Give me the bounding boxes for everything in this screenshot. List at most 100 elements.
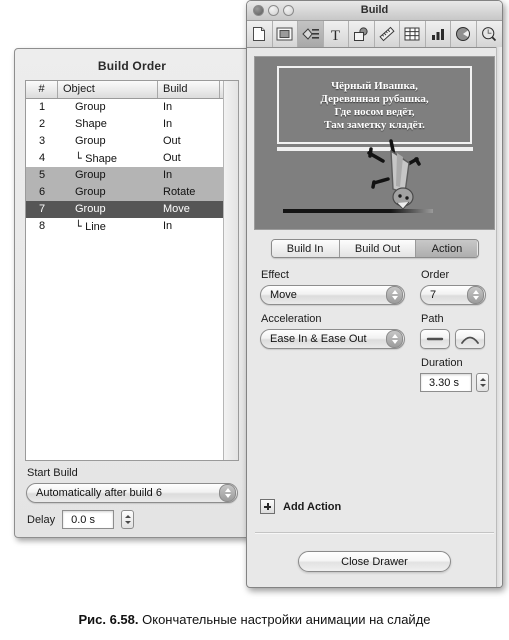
slide-text-line-3: Где носом ведёт, [334,105,415,118]
table-icon[interactable] [400,21,426,47]
row-number: 8 [38,220,46,232]
row-number: 7 [38,203,46,215]
row-build: Move [163,203,190,215]
build-order-title: Build Order [97,59,167,73]
table-scrollbar[interactable] [223,81,238,460]
path-curved-icon[interactable] [455,329,485,349]
duration-row: 3.30 s [420,373,489,392]
column-header-build[interactable]: Build [158,81,220,98]
duration-label: Duration [421,357,463,369]
table-row[interactable]: 4 └ Shape Out [26,150,238,167]
delay-input[interactable]: 0.0 s [62,510,115,529]
row-object: └ Shape [75,152,117,165]
search-icon[interactable] [477,21,502,47]
tree-elbow-icon: └ [75,152,86,165]
svg-text:T: T [331,28,340,42]
drawer-edge-strip [496,47,502,587]
slide-text-line-1: Чёрный Ивашка, [331,79,418,92]
delay-label: Delay [27,513,56,526]
duration-input[interactable]: 3.30 s [420,373,472,392]
plus-icon [260,499,275,514]
table-row[interactable]: 2 Shape In [26,116,238,133]
chart-icon[interactable] [426,21,452,47]
pencil-illustration [367,139,421,210]
table-row[interactable]: 1 Group In [26,99,238,116]
order-value: 7 [430,289,437,301]
path-option-group[interactable] [420,329,485,349]
row-object: Group [75,169,106,181]
acceleration-label: Acceleration [261,313,322,325]
build-tabs[interactable]: Build In Build Out Action [270,239,479,258]
window-titlebar[interactable]: Build [247,1,502,21]
chevron-updown-icon [386,330,403,348]
table-row[interactable]: 6 Group Rotate [26,184,238,201]
delay-stepper[interactable] [121,510,135,529]
slide-text-line-4: Там заметку кладёт. [324,118,425,131]
row-build: Rotate [163,186,196,198]
delay-row: Delay 0.0 s [27,510,135,529]
row-object: Shape [75,118,107,130]
order-select[interactable]: 7 [420,285,486,305]
tree-elbow-icon: └ [75,220,86,233]
build-order-table[interactable]: # Object Build 1 Group In 2 Shape In 3 Group Out… [25,80,239,461]
action-inspector: Effect Move Order 7 Acceleration Ease In… [247,269,502,505]
row-build: Out [163,152,181,164]
measure-icon[interactable] [375,21,401,47]
row-build: Out [163,135,181,147]
zoom-button[interactable] [283,5,294,16]
minimize-button[interactable] [268,5,279,16]
figure-number: Рис. 6.58. [78,612,139,627]
duration-stepper[interactable] [476,373,489,392]
chevron-updown-icon [219,484,236,502]
table-header-row: # Object Build [26,81,238,99]
shapes-icon[interactable] [349,21,375,47]
row-object: Group [75,203,106,215]
media-frame-icon[interactable] [273,21,299,47]
start-build-select[interactable]: Automatically after build 6 [26,483,238,503]
slide-ground-line [283,209,433,213]
chevron-updown-icon [467,286,484,304]
table-row[interactable]: 7 Group Move [26,201,238,218]
figure-caption-text: Окончательные настройки анимации на слай… [142,612,431,627]
start-build-value: Automatically after build 6 [36,487,162,499]
row-build: In [163,169,173,181]
colors-icon[interactable] [451,21,477,47]
row-object: Group [75,135,106,147]
row-build: In [163,118,173,130]
tab-build-in[interactable]: Build In [271,240,340,257]
chevron-updown-icon [386,286,403,304]
column-header-object[interactable]: Object [58,81,158,98]
tab-build-out[interactable]: Build Out [339,240,417,257]
close-button[interactable] [253,5,264,16]
row-build: In [163,101,173,113]
slide-preview[interactable]: Чёрный Ивашка, Деревянная рубашка, Где н… [254,56,495,230]
row-number: 3 [38,135,46,147]
acceleration-select[interactable]: Ease In & Ease Out [260,329,405,349]
new-document-icon[interactable] [247,21,273,47]
effect-select[interactable]: Move [260,285,405,305]
table-row[interactable]: 8 └ Line In [26,218,238,235]
build-window: Build T Чёрный Ивашка, Деревянная рубашк… [246,0,503,588]
add-action-label: Add Action [283,500,342,513]
row-number: 5 [38,169,46,181]
toolbar[interactable]: T [247,21,502,48]
inspector-icon[interactable] [298,21,324,47]
row-object: └ Line [75,220,106,233]
tab-action[interactable]: Action [416,240,478,257]
row-number: 1 [38,101,46,113]
slide-text-box[interactable]: Чёрный Ивашка, Деревянная рубашка, Где н… [277,66,472,144]
table-body[interactable]: 1 Group In 2 Shape In 3 Group Out 4 └ Shape Out 5 Gro… [26,99,238,460]
order-label: Order [421,269,450,281]
table-row[interactable]: 5 Group In [26,167,238,184]
start-build-label: Start Build [27,467,78,479]
table-row[interactable]: 3 Group Out [26,133,238,150]
column-header-number[interactable]: # [26,81,58,98]
effect-value: Move [270,289,297,301]
figure-caption: Рис. 6.58. Окончательные настройки анима… [0,612,509,627]
effect-label: Effect [261,269,289,281]
path-straight-icon[interactable] [420,329,450,349]
text-icon[interactable]: T [324,21,350,47]
close-drawer-button[interactable]: Close Drawer [298,551,451,572]
slide-text-line-2: Деревянная рубашка, [320,92,429,105]
add-action-button[interactable]: Add Action [260,499,341,514]
